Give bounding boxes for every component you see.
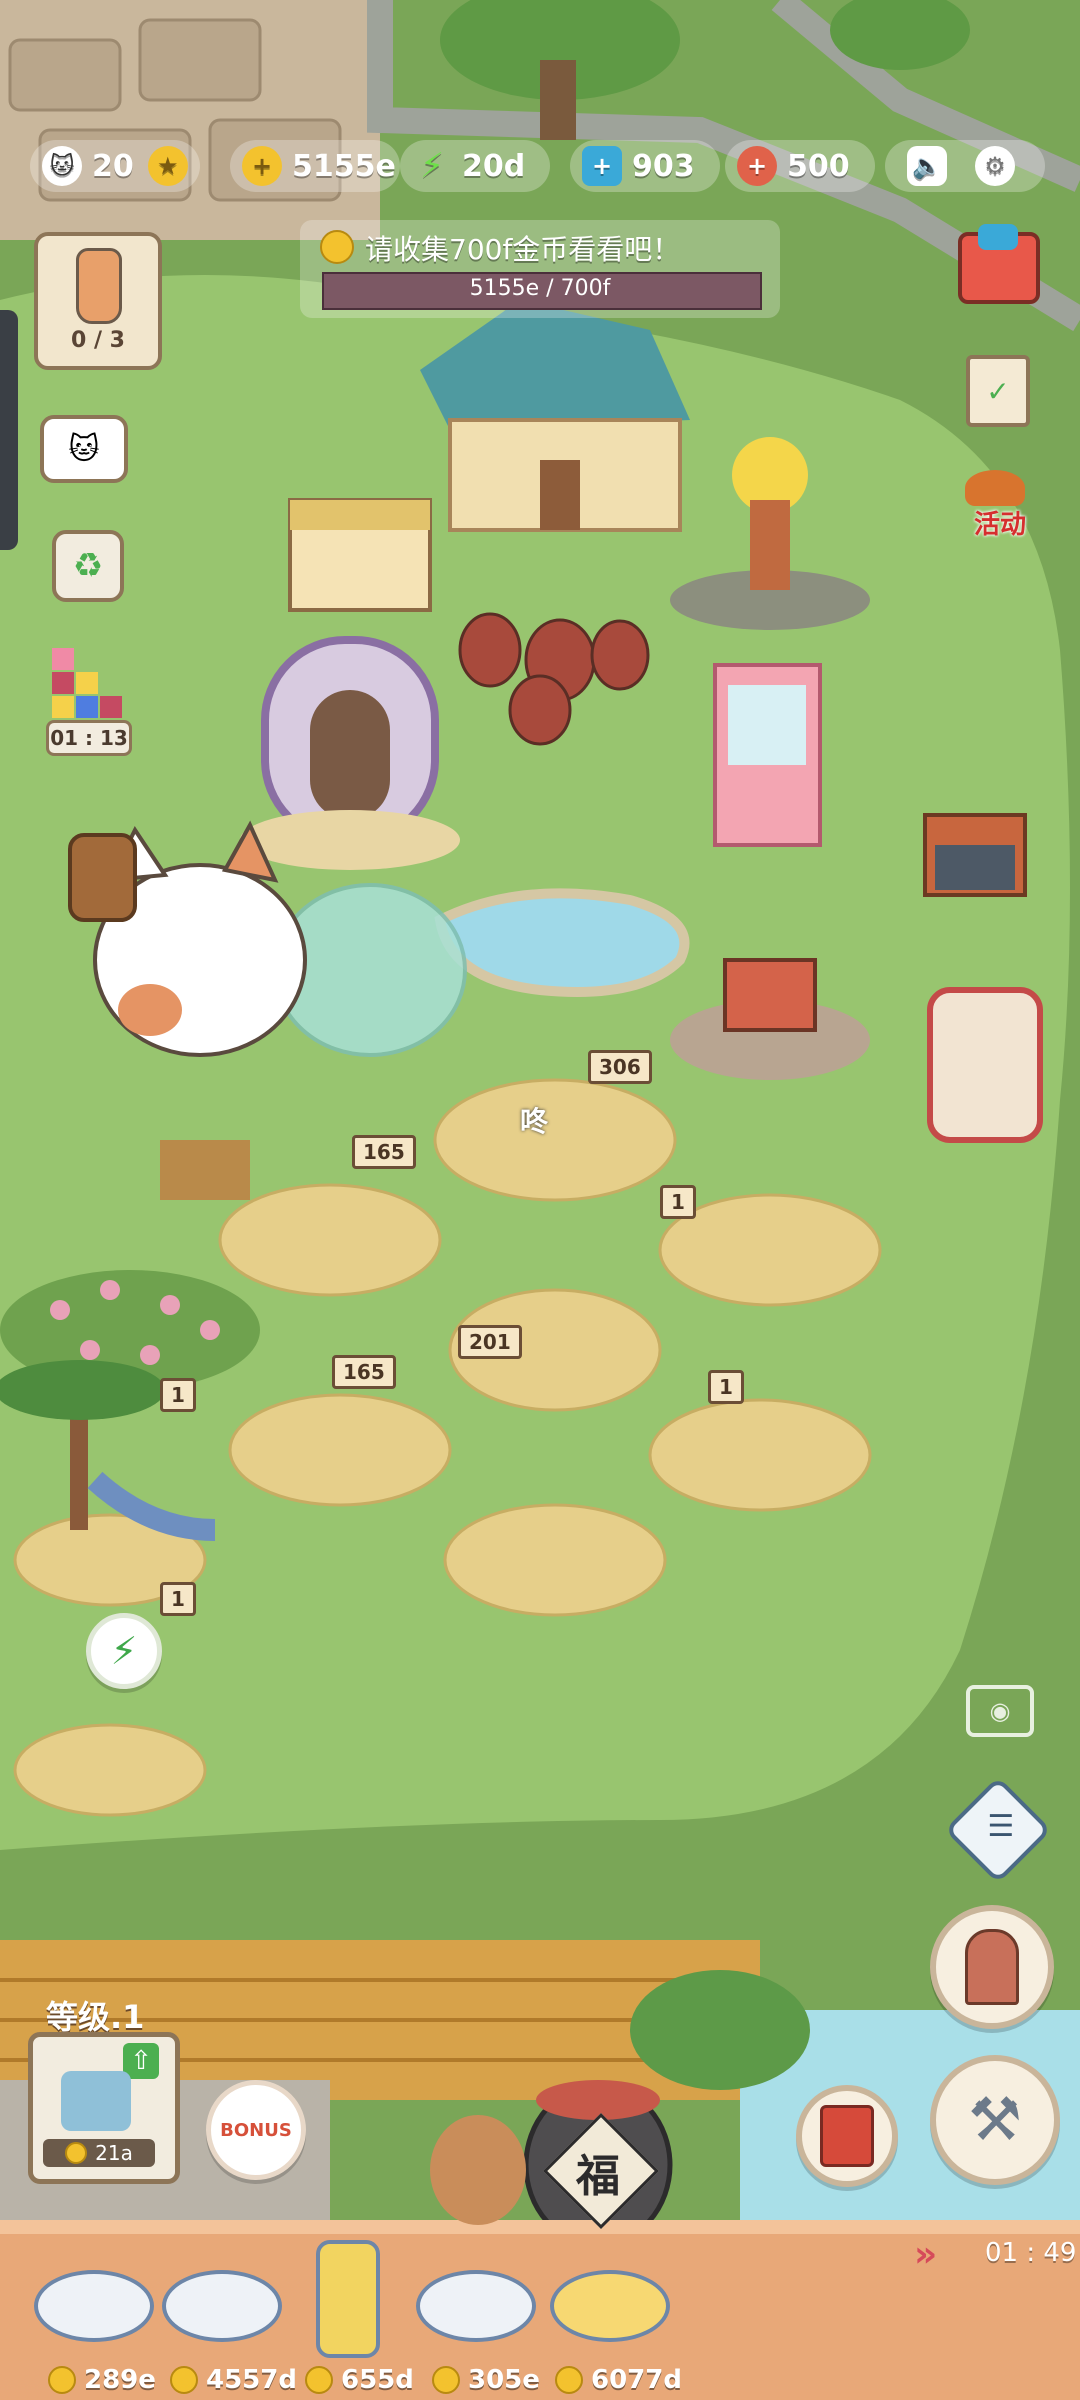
hammer-icon: ⚒	[968, 2085, 1022, 2155]
recipe-book-button[interactable]	[796, 2085, 898, 2187]
upgrade-card[interactable]: ⇧ 21a	[28, 2032, 180, 2184]
quest-text: 请收集700f金币看看吧！	[365, 233, 681, 266]
cat-count: 20	[92, 148, 134, 184]
coin-icon	[432, 2366, 460, 2394]
station-badge-1-c[interactable]: 1	[160, 1378, 196, 1412]
speaker-icon[interactable]: 🔈	[907, 146, 947, 186]
gem-pill[interactable]: + 903	[570, 140, 720, 192]
food-pill[interactable]: + 500	[725, 140, 875, 192]
station-badge-165-a[interactable]: 165	[352, 1135, 416, 1169]
bottle-count: 0 / 3	[71, 328, 125, 353]
bonus-label: BONUS	[220, 2119, 292, 2141]
dish-porridge[interactable]	[162, 2270, 282, 2342]
cat-icon: 🐱	[42, 146, 82, 186]
coin-plus-icon: +	[242, 146, 282, 186]
energy-bubble-icon: ⚡	[110, 1629, 138, 1673]
puzzle-timer: 01 : 13	[46, 720, 132, 756]
task-list-button[interactable]: ✓	[966, 355, 1030, 427]
fast-forward-timer: 01 : 49	[985, 2238, 1077, 2268]
dish-cost-5: 6077d	[555, 2365, 682, 2395]
coin-amount: 5155e	[292, 148, 396, 184]
list-icon: ☰	[987, 1809, 1015, 1845]
cat-chat-button[interactable]: 🐱	[40, 415, 128, 483]
lightning-icon: ⚡	[420, 146, 444, 186]
bonus-button[interactable]: BONUS	[206, 2080, 306, 2180]
coin-icon	[170, 2366, 198, 2394]
energy-bubble-button[interactable]: ⚡	[86, 1613, 162, 1689]
station-badge-201[interactable]: 201	[458, 1325, 522, 1359]
fortune-jar-label: 福	[576, 2151, 620, 2202]
event-button[interactable]: 活动	[955, 470, 1045, 540]
station-badge-306[interactable]: 306	[588, 1050, 652, 1084]
dish-juice-bottle[interactable]	[316, 2240, 380, 2358]
event-label: 活动	[973, 510, 1026, 540]
quest-banner[interactable]: 请收集700f金币看看吧！ 5155e / 700f	[300, 220, 780, 318]
dish-beans[interactable]	[416, 2270, 536, 2342]
puzzle-blocks-icon	[52, 648, 122, 718]
cat-chat-icon: 🐱	[68, 431, 100, 467]
upgrade-cost-pill: 21a	[43, 2139, 155, 2167]
recycle-icon: ♻	[72, 546, 104, 586]
coin-icon	[48, 2366, 76, 2394]
cat-count-pill[interactable]: 🐱 20 ★	[30, 140, 200, 192]
carrot-dish-icon	[61, 2071, 131, 2131]
camera-button[interactable]: ◉	[966, 1685, 1034, 1737]
puzzle-event-button[interactable]: 01 : 13	[46, 648, 132, 756]
gift-shop-button[interactable]	[958, 224, 1040, 304]
gear-icon[interactable]: ⚙	[975, 146, 1015, 186]
dish-soup[interactable]	[550, 2270, 670, 2342]
door-icon	[965, 1929, 1019, 2005]
cooking-sound-text: 咚	[520, 1105, 549, 1138]
upgrade-cost: 21a	[95, 2141, 133, 2165]
energy-amount: 20d	[462, 148, 526, 184]
gift-gem-icon	[978, 224, 1018, 250]
recipe-book-icon	[820, 2105, 874, 2167]
coin-icon	[555, 2366, 583, 2394]
coin-icon	[305, 2366, 333, 2394]
event-basket-icon	[965, 470, 1025, 506]
energy-pill[interactable]: ⚡ 20d	[400, 140, 550, 192]
dish-cost-4: 305e	[432, 2365, 540, 2395]
door-button[interactable]	[930, 1905, 1054, 2029]
left-edge-tab[interactable]	[0, 310, 18, 550]
gem-amount: 903	[632, 148, 695, 184]
recycle-button[interactable]: ♻	[52, 530, 124, 602]
bottle-icon	[76, 248, 122, 324]
bottle-card[interactable]: 0 / 3	[34, 232, 162, 370]
station-badge-1-d[interactable]: 1	[160, 1582, 196, 1616]
gem-plus-icon: +	[582, 146, 622, 186]
station-badge-165-b[interactable]: 165	[332, 1355, 396, 1389]
checklist-icon: ✓	[986, 374, 1010, 408]
food-amount: 500	[787, 148, 850, 184]
station-badge-1-b[interactable]: 1	[708, 1370, 744, 1404]
settings-pill: 🔈 ⚙	[885, 140, 1045, 192]
food-plus-icon: +	[737, 146, 777, 186]
build-hammer-button[interactable]: ⚒	[930, 2055, 1060, 2185]
dish-cost-3: 655d	[305, 2365, 414, 2395]
dish-cost-1: 289e	[48, 2365, 156, 2395]
quest-progress-text: 5155e / 700f	[469, 276, 611, 301]
dish-cost-2: 4557d	[170, 2365, 297, 2395]
coin-pill[interactable]: + 5155e	[230, 140, 400, 192]
dish-salad[interactable]	[34, 2270, 154, 2342]
camera-icon: ◉	[989, 1697, 1011, 1725]
star-icon: ★	[147, 146, 188, 186]
quest-coin-icon	[320, 230, 354, 264]
fast-forward-icon[interactable]: »	[914, 2234, 937, 2275]
station-badge-1-a[interactable]: 1	[660, 1185, 696, 1219]
upgrade-coin-icon	[65, 2142, 88, 2164]
